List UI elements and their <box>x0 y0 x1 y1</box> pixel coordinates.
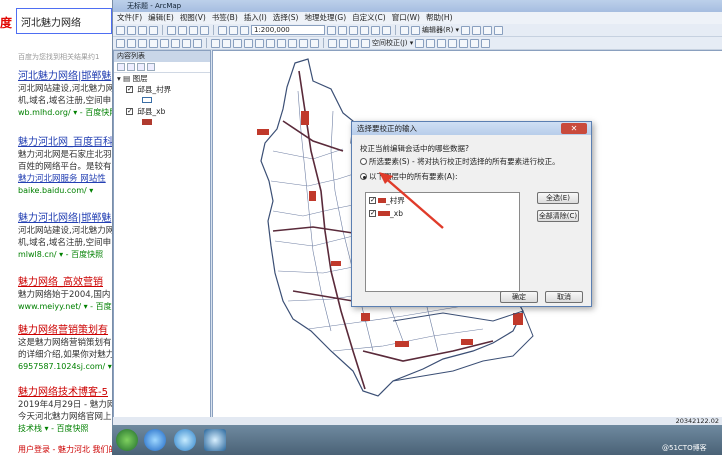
taskbar: @51CTO博客 <box>112 425 722 455</box>
result-title-link[interactable]: 魅力河北网络|邯郸魅 <box>18 212 112 225</box>
baidu-logo: 度 <box>0 16 13 30</box>
start-button-icon[interactable] <box>116 429 138 451</box>
search-result: 魅力河北网络|邯郸魅 河北网站建设,河北魅力网 机,域名,域名注册,空间申 ml… <box>18 212 112 261</box>
result-title-link[interactable]: 河北魅力网络|邯郸魅 <box>18 70 112 83</box>
search-result: 魅力网络营销策划有 这是魅力网络营销策划有 的详细介绍,如果你对魅力 69575… <box>18 324 112 373</box>
search-result: 河北魅力网络|邯郸魅 河北网站建设,河北魅力网 机,域名,域名注册,空间申 wb… <box>18 70 112 119</box>
search-result: 魅力网络_高效营销 魅力网络始于2004,国内 www.meiyy.net/ ▾… <box>18 276 112 313</box>
arcmap-taskbar-icon[interactable] <box>204 429 226 451</box>
result-title-link[interactable]: 魅力网络_高效营销 <box>18 276 112 289</box>
search-result: 魅力河北网_百度百科 魅力河北网是石家庄北羽 百姓的网络平台。是较有 魅力河北网… <box>18 136 112 197</box>
ie-icon[interactable] <box>144 429 166 451</box>
search-input[interactable]: 河北魅力网络 <box>16 8 112 34</box>
search-result: 魅力网络技术博客-5 2019年4月29日 - 魅力网 今天河北魅力网络官网上 … <box>18 386 112 435</box>
annotation-arrow <box>382 175 444 229</box>
watermark: @51CTO博客 <box>662 444 707 452</box>
result-title-link[interactable]: 魅力网络技术博客-5 <box>18 386 112 399</box>
annotation-overlay <box>379 172 444 229</box>
result-title-link[interactable]: 魅力网络营销策划有 <box>18 324 112 337</box>
explorer-icon[interactable] <box>174 429 196 451</box>
browser-window: 度 河北魅力网络 百度为您找到相关结果约1 河北魅力网络|邯郸魅 河北网站建设,… <box>0 0 112 455</box>
result-count-note: 百度为您找到相关结果约1 <box>18 53 100 61</box>
result-title-link[interactable]: 魅力河北网_百度百科 <box>18 136 112 149</box>
arcmap-window: 无标题 - ArcMap 文件(F) 编辑(E) 视图(V) 书签(B) 插入(… <box>112 0 722 425</box>
bottom-result-title[interactable]: 用户登录 - 魅力河北 我们的河北 我们的家 <box>18 444 112 455</box>
